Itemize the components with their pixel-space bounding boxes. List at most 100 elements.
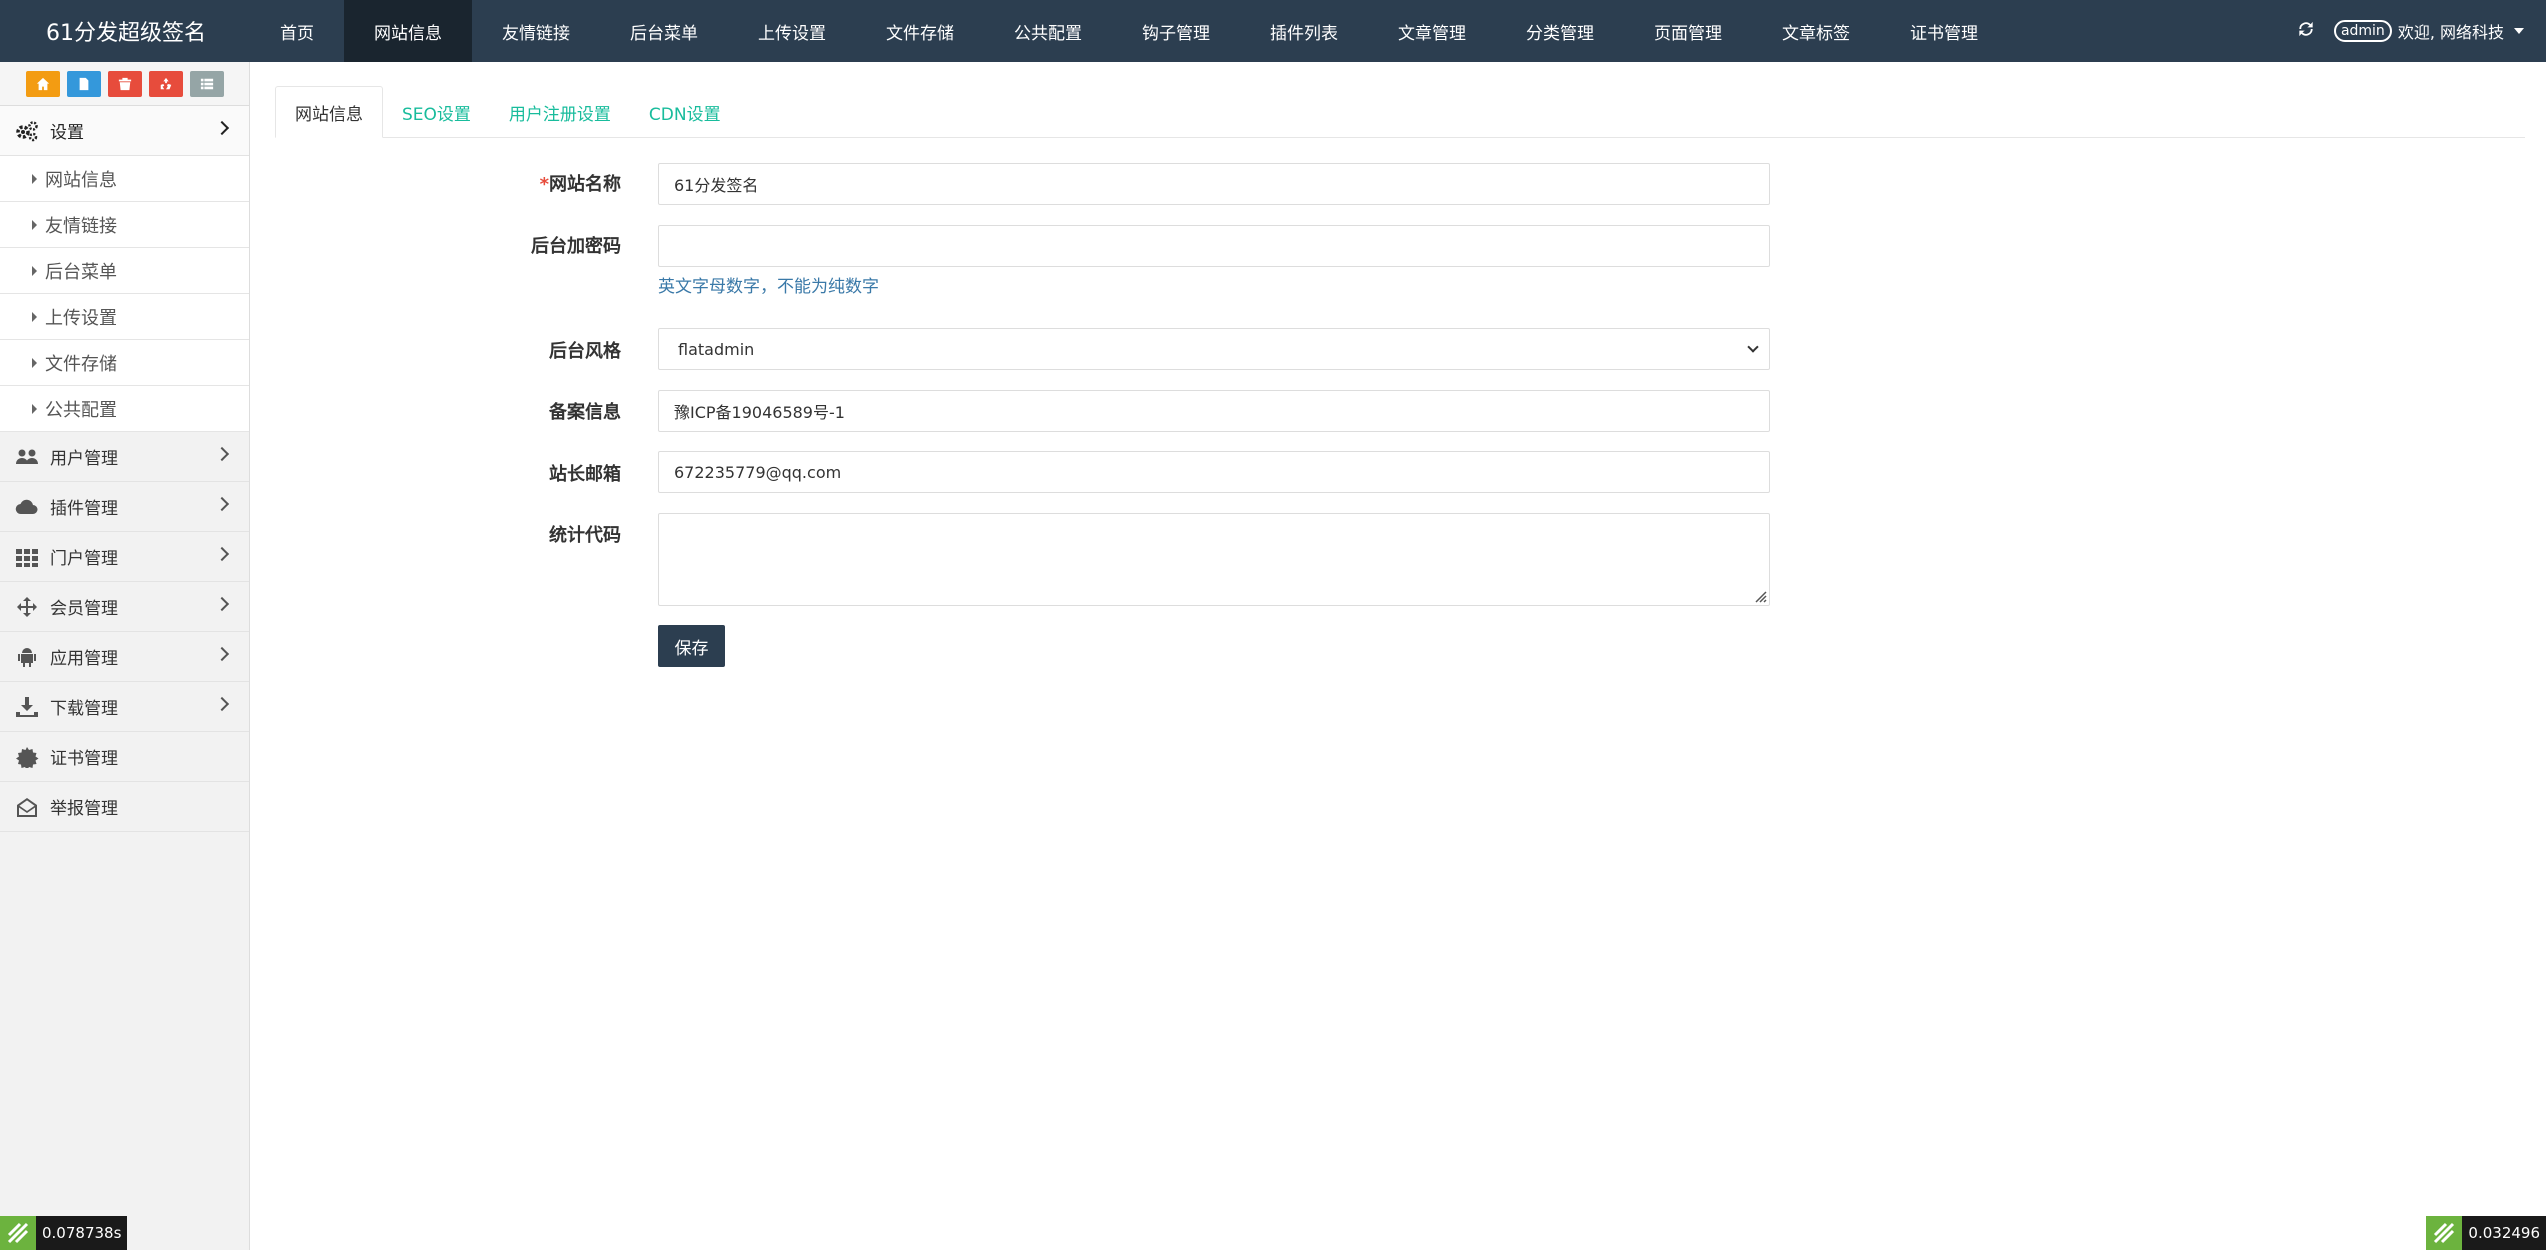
sidebar-menu-item[interactable]: 门户管理 <box>0 532 249 582</box>
recycle-icon <box>160 77 171 89</box>
required-mark: * <box>539 174 549 195</box>
grid-icon <box>14 546 40 568</box>
nav-item[interactable]: 文章标签 <box>1752 0 1880 62</box>
timing-value: 0.032496 <box>2468 1224 2540 1242</box>
certificate-icon <box>14 746 40 768</box>
sidebar-subitem[interactable]: 上传设置 <box>0 294 249 340</box>
chevron-right-icon <box>214 120 230 136</box>
nav-item[interactable]: 上传设置 <box>728 0 856 62</box>
site-name-label: *网站名称 <box>539 174 621 195</box>
page-timing-badge-right[interactable]: 0.032496 <box>2426 1216 2546 1250</box>
sidebar-menu-settings[interactable]: 设置 <box>0 106 249 156</box>
nav-item[interactable]: 公共配置 <box>984 0 1112 62</box>
leaf-logo-icon <box>2426 1216 2463 1250</box>
sidebar-menu-label: 应用管理 <box>50 649 118 669</box>
main-content: 网站信息 SEO设置 用户注册设置 CDN设置 *网站名称 61分发签名 后台加密码 … <box>251 62 2546 1250</box>
move-icon <box>14 596 40 618</box>
nav-item[interactable]: 钩子管理 <box>1112 0 1240 62</box>
nav-item[interactable]: 网站信息 <box>344 0 472 62</box>
admin-code-input[interactable] <box>658 225 1770 267</box>
stats-code-textarea[interactable] <box>658 513 1770 606</box>
chevron-right-icon <box>214 596 230 612</box>
home-icon <box>36 77 49 90</box>
chevron-right-icon <box>214 696 230 712</box>
tab-item[interactable]: 网站信息 <box>275 86 383 138</box>
sidebar-menu-item[interactable]: 用户管理 <box>0 432 249 482</box>
shortcut-buttons <box>0 62 249 106</box>
sidebar-menu-label: 插件管理 <box>50 499 118 519</box>
welcome-text: 欢迎, 网络科技 <box>2397 23 2504 42</box>
nav-item[interactable]: 首页 <box>250 0 344 62</box>
sidebar-menu-label: 设置 <box>50 123 84 143</box>
admin-style-value: flatadmin <box>678 339 755 359</box>
sidebar-subitem[interactable]: 文件存储 <box>0 340 249 386</box>
caret-right-icon <box>32 265 37 276</box>
sidebar-menu-label: 门户管理 <box>50 549 118 569</box>
icp-label: 备案信息 <box>549 402 621 423</box>
sidebar-menu-item[interactable]: 会员管理 <box>0 582 249 632</box>
nav-item[interactable]: 分类管理 <box>1496 0 1624 62</box>
nav-item[interactable]: 后台菜单 <box>600 0 728 62</box>
trash-shortcut-button[interactable] <box>107 70 142 97</box>
email-input[interactable]: 672235779@qq.com <box>658 451 1770 493</box>
caret-right-icon <box>32 403 37 414</box>
top-navbar: 61分发超级签名 首页 网站信息 友情链接 后台菜单 上传设置 文件存储 公共配置 钩子管理插… <box>0 0 2546 62</box>
page-timing-badge-left[interactable]: 0.078738s <box>0 1216 128 1250</box>
user-menu[interactable]: admin 欢迎, 网络科技 <box>2333 19 2524 43</box>
sidebar-subitem-label: 上传设置 <box>45 307 117 329</box>
top-nav: 首页 网站信息 友情链接 后台菜单 上传设置 文件存储 公共配置 钩子管理 插件列表 文章管理 分类… <box>250 0 2008 62</box>
nav-item[interactable]: 证书管理 <box>1880 0 2008 62</box>
admin-style-select[interactable]: flatadmin <box>658 328 1770 370</box>
tab-item[interactable]: SEO设置 <box>383 86 490 138</box>
sidebar-menu-item[interactable]: 举报管理 <box>0 782 249 832</box>
admin-style-label: 后台风格 <box>549 341 621 362</box>
caret-down-icon <box>2514 28 2524 34</box>
sidebar-subitem-label: 公共配置 <box>45 399 117 421</box>
caret-right-icon <box>32 357 37 368</box>
sidebar-menu-label: 下载管理 <box>50 699 118 719</box>
chevron-right-icon <box>214 546 230 562</box>
sidebar-menu-label: 用户管理 <box>50 449 118 469</box>
sidebar-menu-label: 证书管理 <box>50 749 118 769</box>
sidebar-subitem[interactable]: 网站信息 <box>0 156 249 202</box>
nav-item[interactable]: 文章管理 <box>1368 0 1496 62</box>
nav-item[interactable]: 页面管理 <box>1624 0 1752 62</box>
brand-logo[interactable]: 61分发超级签名 <box>0 0 250 62</box>
refresh-icon[interactable] <box>2296 19 2316 43</box>
timing-value: 0.078738s <box>42 1224 122 1242</box>
admin-code-label: 后台加密码 <box>531 236 621 257</box>
sidebar-menus: 用户管理插件管理门户管理会员管理应用管理下载管理证书管理举报管理 <box>0 432 249 832</box>
recycle-shortcut-button[interactable] <box>148 70 183 97</box>
cloud-icon <box>14 496 40 518</box>
site-name-input[interactable]: 61分发签名 <box>658 163 1770 205</box>
list-icon <box>200 78 213 89</box>
file-icon <box>79 77 88 90</box>
icp-input[interactable]: 豫ICP备19046589号-1 <box>658 390 1770 432</box>
sidebar-menu-label: 举报管理 <box>50 799 118 819</box>
nav-item[interactable]: 插件列表 <box>1240 0 1368 62</box>
sidebar-subitem-label: 文件存储 <box>45 353 117 375</box>
sidebar-menu-item[interactable]: 下载管理 <box>0 682 249 732</box>
settings-tabs: 网站信息 SEO设置 用户注册设置 CDN设置 <box>275 86 2525 138</box>
sidebar-subitem[interactable]: 友情链接 <box>0 202 249 248</box>
sidebar-menu-item[interactable]: 插件管理 <box>0 482 249 532</box>
home-shortcut-button[interactable] <box>25 70 60 97</box>
chevron-down-icon <box>1747 341 1759 353</box>
nav-item[interactable]: 友情链接 <box>472 0 600 62</box>
sidebar-subitem[interactable]: 后台菜单 <box>0 248 249 294</box>
gears-icon <box>14 120 40 142</box>
sidebar-subitem-label: 网站信息 <box>45 169 117 191</box>
file-shortcut-button[interactable] <box>66 70 101 97</box>
tab-item[interactable]: 用户注册设置 <box>490 86 630 138</box>
sidebar-menu-item[interactable]: 应用管理 <box>0 632 249 682</box>
list-shortcut-button[interactable] <box>189 70 224 97</box>
android-icon <box>14 646 40 668</box>
save-button[interactable]: 保存 <box>658 625 725 667</box>
chevron-right-icon <box>214 646 230 662</box>
sidebar-menu-label: 会员管理 <box>50 599 118 619</box>
sidebar-menu-item[interactable]: 证书管理 <box>0 732 249 782</box>
nav-item[interactable]: 文件存储 <box>856 0 984 62</box>
sidebar-subitem[interactable]: 公共配置 <box>0 386 249 432</box>
sidebar: 设置 网站信息友情链接 后台菜单上传设置文件存储公共配置 用户管理插件管理门户管理… <box>0 62 250 1250</box>
tab-item[interactable]: CDN设置 <box>630 86 740 138</box>
